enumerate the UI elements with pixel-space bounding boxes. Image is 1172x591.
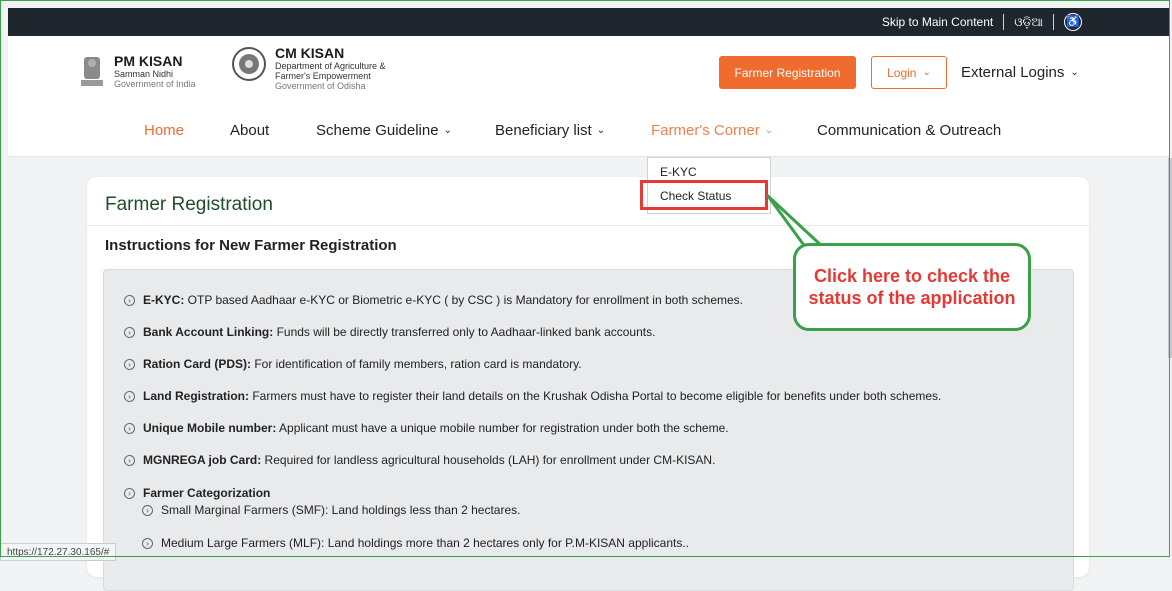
list-item: › Ration Card (PDS): For identification … (124, 357, 582, 371)
item-label: Land Registration: (143, 389, 250, 403)
list-subitem: › Medium Large Farmers (MLF): Land holdi… (142, 536, 689, 550)
divider (1053, 14, 1054, 30)
list-item: › Land Registration: Farmers must have t… (124, 389, 941, 403)
divider (1003, 14, 1005, 30)
arrow-circle-icon: › (124, 487, 135, 499)
nav-about[interactable]: About (230, 122, 269, 139)
divider (87, 225, 1089, 226)
arrow-circle-icon: › (124, 294, 135, 306)
status-bar-url: https://172.27.30.165/# (0, 543, 117, 561)
cm-kisan-title: CM KISAN (275, 45, 345, 61)
cm-kisan-logo[interactable]: CM KISAN Department of Agriculture & Far… (231, 46, 386, 91)
list-item: › Bank Account Linking: Funds will be di… (124, 325, 655, 339)
list-item: › Unique Mobile number: Applicant must h… (124, 421, 729, 435)
item-text: Small Marginal Farmers (SMF): Land holdi… (161, 503, 521, 517)
scrollbar[interactable] (1168, 158, 1172, 358)
top-bar: Skip to Main Content ଓଡ଼ିଆ ♿ (8, 8, 1170, 36)
registration-card: Farmer Registration Instructions for New… (87, 177, 1089, 591)
national-emblem-icon (81, 57, 103, 86)
item-label: Farmer Categorization (143, 486, 271, 500)
item-label: Ration Card (PDS): (143, 357, 251, 371)
chevron-down-icon: ⌄ (443, 125, 452, 136)
nav-label: Scheme Guideline (316, 122, 439, 139)
login-button[interactable]: Login ⌄ (871, 56, 947, 89)
arrow-circle-icon: › (124, 326, 135, 338)
cm-kisan-line3: Government of Odisha (275, 81, 366, 91)
external-logins-label: External Logins (961, 64, 1065, 81)
item-label: E-KYC: (143, 293, 185, 307)
list-item: › E-KYC: OTP based Aadhaar e-KYC or Biom… (124, 293, 743, 307)
item-label: Unique Mobile number: (143, 421, 277, 435)
nav-beneficiary-list[interactable]: Beneficiary list ⌄ (495, 122, 605, 139)
pm-kisan-logo[interactable]: PM KISAN Samman Nidhi Government of Indi… (78, 54, 196, 90)
arrow-circle-icon: › (142, 537, 153, 549)
item-text: Farmers must have to register their land… (249, 389, 942, 403)
list-item: › Farmer Categorization (124, 486, 270, 500)
chevron-down-icon: ⌄ (1070, 67, 1079, 78)
arrow-circle-icon: › (124, 422, 135, 434)
nav-label: Farmer's Corner (651, 122, 760, 139)
cm-kisan-line1: Department of Agriculture & (275, 61, 386, 71)
item-text: Funds will be directly transferred only … (273, 325, 656, 339)
item-label: Bank Account Linking: (143, 325, 274, 339)
main-nav: Home About Scheme Guideline ⌄ Beneficiar… (8, 122, 1170, 144)
pm-kisan-line1: Samman Nidhi (114, 69, 174, 79)
item-text: OTP based Aadhaar e-KYC or Biometric e-K… (184, 293, 744, 307)
arrow-circle-icon: › (124, 358, 135, 370)
chevron-down-icon: ⌄ (922, 67, 931, 78)
annotation-callout: Click here to check the status of the ap… (793, 243, 1031, 331)
farmer-registration-button[interactable]: Farmer Registration (719, 56, 856, 89)
cm-kisan-line2: Farmer's Empowerment (275, 71, 371, 81)
item-text: Required for landless agricultural house… (261, 453, 716, 467)
item-label: MGNREGA job Card: (143, 453, 262, 467)
site-header: PM KISAN Samman Nidhi Government of Indi… (8, 36, 1170, 157)
arrow-circle-icon: › (124, 454, 135, 466)
nav-communication-outreach[interactable]: Communication & Outreach (817, 122, 1001, 139)
accessibility-icon[interactable]: ♿ (1064, 13, 1082, 31)
item-text: Medium Large Farmers (MLF): Land holding… (161, 536, 690, 550)
language-toggle[interactable]: ଓଡ଼ିଆ (1014, 15, 1043, 30)
list-item: › MGNREGA job Card: Required for landles… (124, 453, 715, 467)
card-title: Farmer Registration (105, 194, 273, 215)
pm-kisan-line2: Government of India (114, 79, 196, 89)
arrow-circle-icon: › (124, 390, 135, 402)
chevron-down-icon: ⌄ (764, 125, 774, 136)
nav-home[interactable]: Home (144, 122, 184, 139)
pm-kisan-title: PM KISAN (114, 53, 183, 69)
list-subitem: › Small Marginal Farmers (SMF): Land hol… (142, 503, 520, 517)
menu-item-ekyc[interactable]: E-KYC (660, 165, 697, 179)
item-text: For identification of family members, ra… (251, 357, 582, 371)
chevron-down-icon: ⌄ (596, 125, 606, 136)
arrow-circle-icon: › (142, 504, 153, 516)
check-status-highlight (640, 180, 768, 210)
nav-scheme-guideline[interactable]: Scheme Guideline ⌄ (316, 122, 452, 139)
login-label: Login (887, 65, 917, 80)
instructions-heading: Instructions for New Farmer Registration (105, 237, 397, 254)
skip-to-main-link[interactable]: Skip to Main Content (882, 15, 993, 29)
nav-label: Beneficiary list (495, 122, 592, 139)
odisha-seal-icon (232, 47, 266, 81)
item-text: Applicant must have a unique mobile numb… (276, 421, 729, 435)
nav-farmers-corner[interactable]: Farmer's Corner ⌄ (651, 122, 773, 139)
external-logins-menu[interactable]: External Logins ⌄ (961, 64, 1079, 81)
